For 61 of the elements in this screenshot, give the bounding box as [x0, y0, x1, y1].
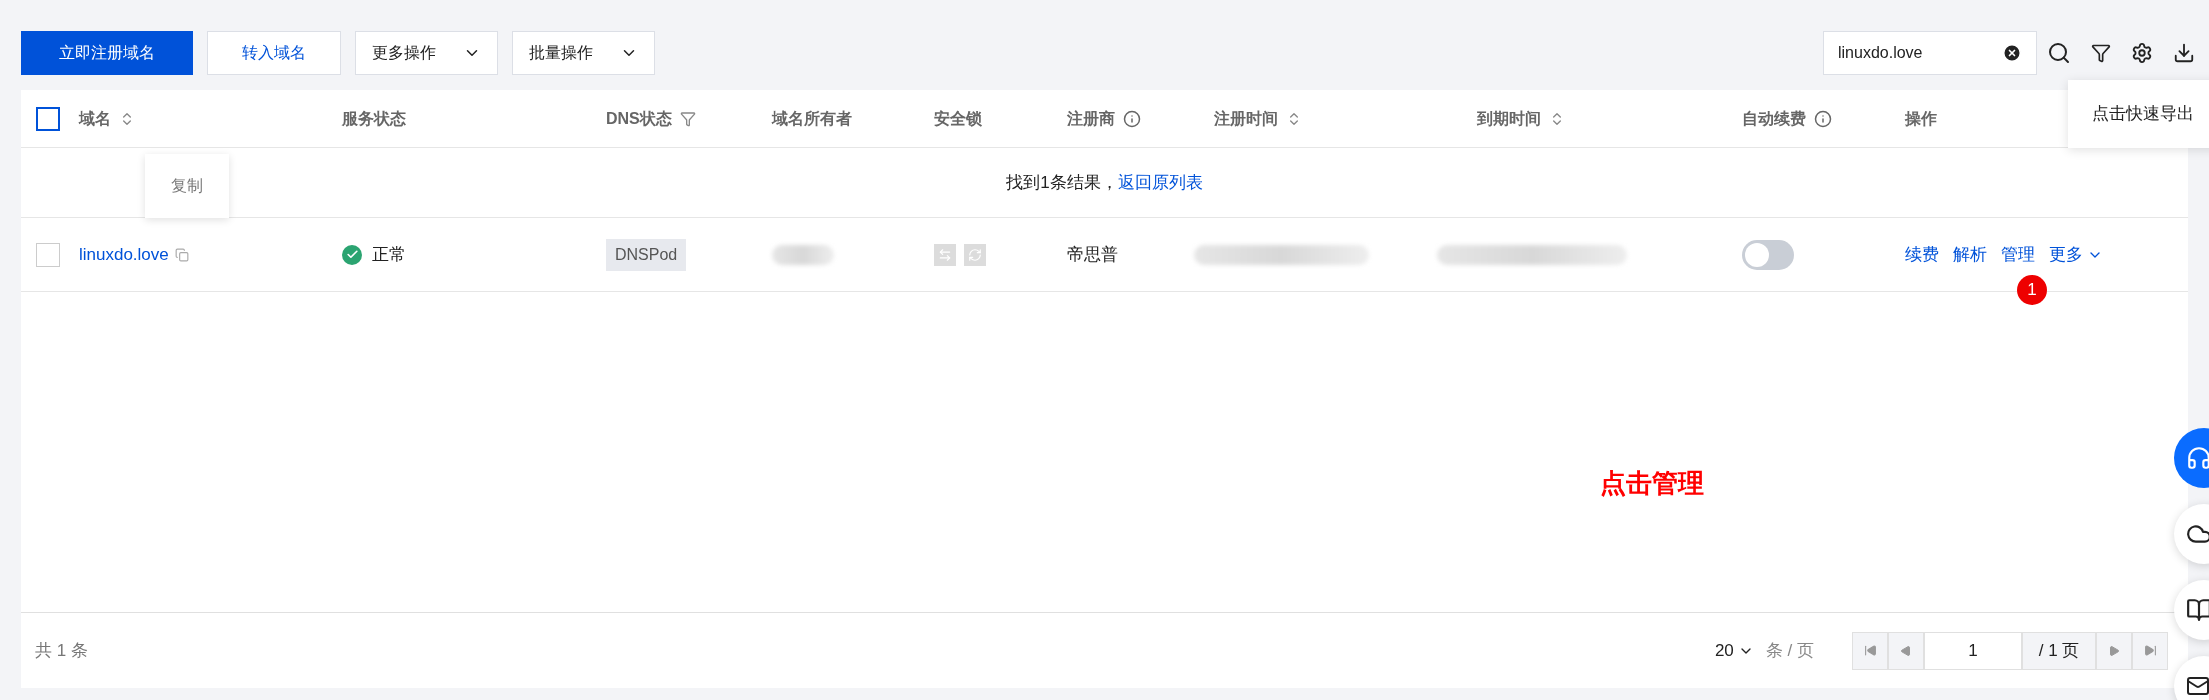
total-count: 共 1 条	[35, 639, 88, 662]
register-button[interactable]: 立即注册域名	[21, 31, 193, 75]
dns-tag: DNSPod	[606, 238, 687, 271]
page-input[interactable]: 1	[1924, 631, 2022, 670]
row-checkbox[interactable]	[36, 242, 60, 267]
more-link[interactable]: 更多	[2049, 241, 2103, 268]
next-page-icon	[2108, 644, 2120, 657]
return-link[interactable]: 返回原列表	[1117, 169, 1203, 196]
result-notice: 找到1条结果，	[1006, 171, 1118, 194]
info-icon	[1123, 109, 1141, 128]
next-page-button[interactable]	[2096, 631, 2132, 670]
page-size-select[interactable]: 20	[1714, 637, 1754, 664]
book-icon	[2186, 597, 2209, 623]
step-badge: 1	[2017, 274, 2047, 305]
export-tooltip: 点击快速导出	[2068, 80, 2209, 148]
column-header: 服务状态	[342, 108, 406, 129]
copy-tooltip: 复制	[145, 153, 229, 218]
status-text: 正常	[372, 243, 406, 266]
search-icon[interactable]	[2047, 41, 2071, 65]
page-total: / 1 页	[2022, 631, 2096, 670]
first-page-button[interactable]	[1852, 631, 1888, 670]
dropdown-button[interactable]: 更多操作	[355, 31, 498, 75]
last-page-icon	[2143, 644, 2157, 657]
action-link[interactable]: 解析	[1953, 241, 1987, 268]
dropdown-button[interactable]: 批量操作	[512, 31, 655, 75]
download-icon[interactable]	[2173, 42, 2195, 64]
copy-icon[interactable]	[174, 247, 189, 262]
first-page-icon	[1863, 644, 1877, 657]
page-size-unit: 条 / 页	[1765, 639, 1814, 662]
registrar-text: 帝思普	[1067, 244, 1118, 264]
last-page-button[interactable]	[2132, 631, 2168, 670]
column-header: 到期时间	[1477, 108, 1541, 129]
mail-icon	[2186, 674, 2209, 698]
transfer-button[interactable]: 转入域名	[207, 31, 341, 75]
column-header: 注册商	[1067, 108, 1115, 129]
annotation-text: 点击管理	[1600, 467, 1704, 500]
prev-page-icon	[1900, 644, 1912, 657]
info-icon	[1814, 109, 1832, 128]
refresh-lock-icon	[964, 243, 986, 266]
column-header: 域名所有者	[772, 108, 852, 129]
success-icon	[342, 244, 362, 265]
column-header: 自动续费	[1742, 108, 1806, 129]
auto-renew-toggle[interactable]	[1742, 239, 1794, 270]
column-header: 注册时间	[1214, 108, 1278, 129]
search-input[interactable]: linuxdo.love	[1838, 41, 1992, 65]
domain-link[interactable]: linuxdo.love	[79, 241, 169, 268]
settings-icon[interactable]	[2131, 42, 2153, 64]
column-header: DNS状态	[606, 108, 672, 129]
action-link[interactable]: 管理	[2001, 241, 2035, 268]
clear-icon[interactable]	[2002, 43, 2022, 63]
column-header: 操作	[1905, 108, 1937, 129]
column-header: 安全锁	[934, 108, 982, 129]
transfer-lock-icon	[934, 243, 956, 266]
prev-page-button[interactable]	[1888, 631, 1924, 670]
search-field[interactable]: linuxdo.love	[1823, 31, 2037, 75]
blurred-block	[772, 244, 834, 265]
select-all-checkbox[interactable]	[36, 106, 60, 131]
column-header: 域名	[79, 108, 111, 129]
headset-icon	[2186, 445, 2209, 471]
action-link[interactable]: 续费	[1905, 241, 1939, 268]
filter-icon[interactable]	[2091, 43, 2111, 63]
